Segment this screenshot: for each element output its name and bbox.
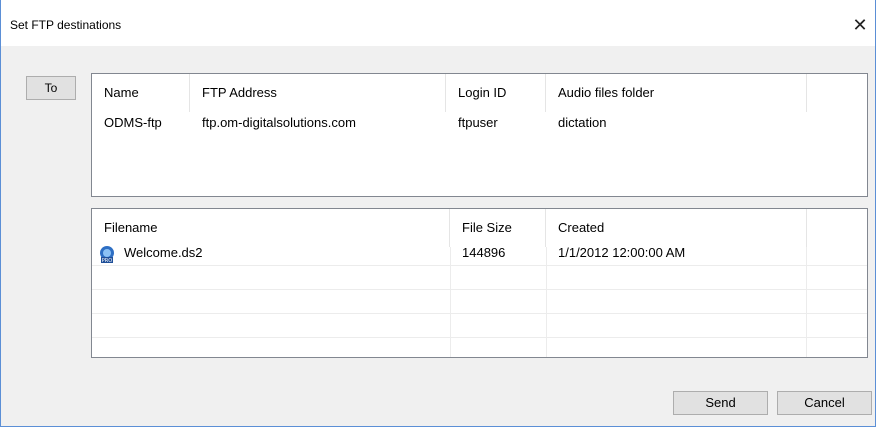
column-header-ftp-address[interactable]: FTP Address <box>190 74 446 112</box>
cancel-button[interactable]: Cancel <box>777 391 872 415</box>
file-size: 144896 <box>462 245 506 260</box>
svg-text:PRO: PRO <box>102 258 112 263</box>
empty-row <box>92 338 867 357</box>
dialog-window: Set FTP destinations ✕ To Name FTP Addre… <box>0 0 876 427</box>
files-list[interactable]: Filename File Size Created PRO Welcome.d… <box>91 208 868 358</box>
destinations-header: Name FTP Address Login ID Audio files fo… <box>92 74 867 112</box>
destination-name: ODMS-ftp <box>104 115 162 130</box>
send-button[interactable]: Send <box>673 391 768 415</box>
empty-row <box>92 266 867 290</box>
destination-folder: dictation <box>558 115 607 130</box>
column-header-audio-files-folder[interactable]: Audio files folder <box>546 74 807 112</box>
empty-row <box>92 290 867 314</box>
destinations-list[interactable]: Name FTP Address Login ID Audio files fo… <box>91 73 868 197</box>
destination-address: ftp.om-digitalsolutions.com <box>202 115 356 130</box>
to-button[interactable]: To <box>26 76 76 100</box>
title-bar: Set FTP destinations ✕ <box>1 0 875 46</box>
dialog-title: Set FTP destinations <box>10 18 122 32</box>
destination-login: ftpuser <box>458 115 498 130</box>
close-icon[interactable]: ✕ <box>845 10 875 40</box>
column-header-name[interactable]: Name <box>92 74 190 112</box>
column-header-login-id[interactable]: Login ID <box>446 74 546 112</box>
file-name: Welcome.ds2 <box>124 245 203 260</box>
file-created: 1/1/2012 12:00:00 AM <box>558 245 686 260</box>
destination-row[interactable]: ODMS-ftp ftp.om-digitalsolutions.com ftp… <box>92 112 867 136</box>
empty-row <box>92 314 867 338</box>
file-row[interactable]: PRO Welcome.ds2 144896 1/1/2012 12:00:00… <box>92 242 867 266</box>
